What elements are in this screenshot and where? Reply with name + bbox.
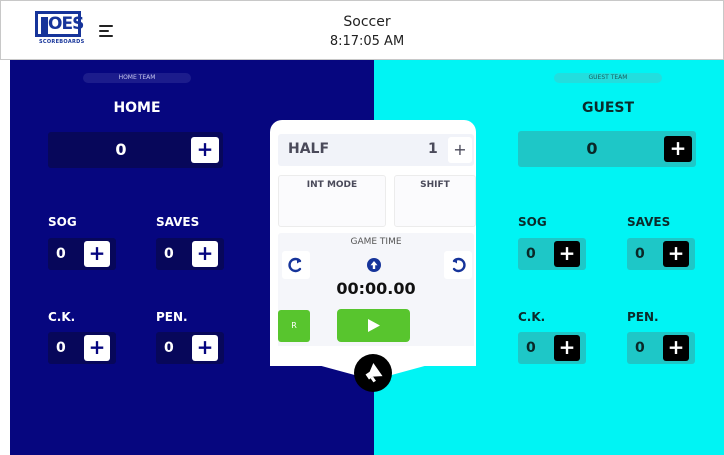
home-saves-value: 0 (164, 246, 174, 262)
clock-time: 8:17:05 AM (329, 34, 405, 49)
guest-score: 0 (586, 139, 598, 158)
play-icon (368, 319, 380, 332)
home-ck-plus-button[interactable]: + (84, 335, 110, 361)
oes-logo: OES SCOREBOARDS (35, 11, 84, 47)
guest-team-pill: GUEST TEAM (554, 73, 662, 83)
half-plus-button[interactable]: + (448, 137, 472, 163)
app-header: OES SCOREBOARDS Soccer 8:17:05 AM (0, 0, 724, 60)
int-mode-label: INT MODE (306, 180, 358, 190)
home-sog-label: SOG (48, 215, 77, 229)
home-sog-box: 0 + (48, 238, 116, 270)
half-row: HALF 1 + (278, 134, 474, 166)
guest-saves-value: 0 (635, 246, 645, 262)
guest-pen-label: PEN. (627, 310, 659, 324)
home-team-name[interactable]: HOME (85, 100, 189, 116)
game-time-display[interactable]: 00:00.00 (278, 279, 474, 298)
home-sog-plus-button[interactable]: + (84, 241, 110, 267)
guest-saves-box: 0 + (627, 238, 695, 270)
home-saves-box: 0 + (156, 238, 224, 270)
guest-ck-plus-button[interactable]: + (554, 335, 580, 361)
home-pen-box: 0 + (156, 332, 224, 364)
shift-button[interactable]: SHIFT (394, 175, 476, 227)
home-score: 0 (115, 140, 127, 159)
home-pen-label: PEN. (156, 310, 188, 324)
menu-icon[interactable] (99, 25, 113, 39)
home-saves-label: SAVES (156, 215, 200, 229)
home-score-box: 0 + (48, 132, 223, 168)
home-ck-value: 0 (56, 340, 66, 356)
guest-sog-value: 0 (526, 246, 536, 262)
undo-icon (452, 257, 466, 273)
half-label: HALF (288, 141, 330, 157)
shift-label: SHIFT (420, 180, 450, 190)
home-ck-label: C.K. (48, 310, 76, 324)
redo-icon (288, 257, 302, 273)
guest-sog-box: 0 + (518, 238, 586, 270)
horn-button[interactable] (354, 354, 392, 392)
guest-ck-box: 0 + (518, 332, 586, 364)
arrow-up-icon[interactable] (366, 257, 382, 273)
guest-score-box: 0 + (518, 131, 696, 167)
guest-sog-label: SOG (518, 215, 547, 229)
home-team-pill: HOME TEAM (83, 73, 191, 83)
guest-ck-label: C.K. (518, 310, 546, 324)
guest-pen-value: 0 (635, 340, 645, 356)
game-control-card: HALF 1 + INT MODE SHIFT GAME TIME 00:00.… (270, 120, 476, 366)
logo-subtext: SCOREBOARDS (39, 39, 85, 45)
guest-score-plus-button[interactable]: + (664, 136, 692, 162)
home-saves-plus-button[interactable]: + (192, 241, 218, 267)
sport-title: Soccer (343, 14, 391, 30)
guest-pen-plus-button[interactable]: + (663, 335, 689, 361)
home-pen-plus-button[interactable]: + (192, 335, 218, 361)
undo-button[interactable] (444, 251, 472, 279)
guest-team-name[interactable]: GUEST (554, 100, 662, 116)
home-sog-value: 0 (56, 246, 66, 262)
logo-text: OES (48, 14, 84, 34)
play-button[interactable] (337, 309, 410, 342)
redo-button[interactable] (282, 251, 310, 279)
int-mode-button[interactable]: INT MODE (278, 175, 386, 227)
half-value: 1 (428, 141, 438, 157)
guest-sog-plus-button[interactable]: + (554, 241, 580, 267)
game-time-area: GAME TIME 00:00.00 R (278, 233, 474, 349)
guest-saves-label: SAVES (627, 215, 671, 229)
guest-ck-value: 0 (526, 340, 536, 356)
home-ck-box: 0 + (48, 332, 116, 364)
logo-bar (41, 17, 48, 35)
home-score-plus-button[interactable]: + (191, 137, 219, 163)
reset-button[interactable]: R (278, 310, 310, 342)
logo-box: OES (35, 11, 84, 37)
megaphone-icon (365, 363, 383, 383)
guest-saves-plus-button[interactable]: + (663, 241, 689, 267)
home-pen-value: 0 (164, 340, 174, 356)
game-time-label: GAME TIME (350, 237, 402, 247)
guest-pen-box: 0 + (627, 332, 695, 364)
